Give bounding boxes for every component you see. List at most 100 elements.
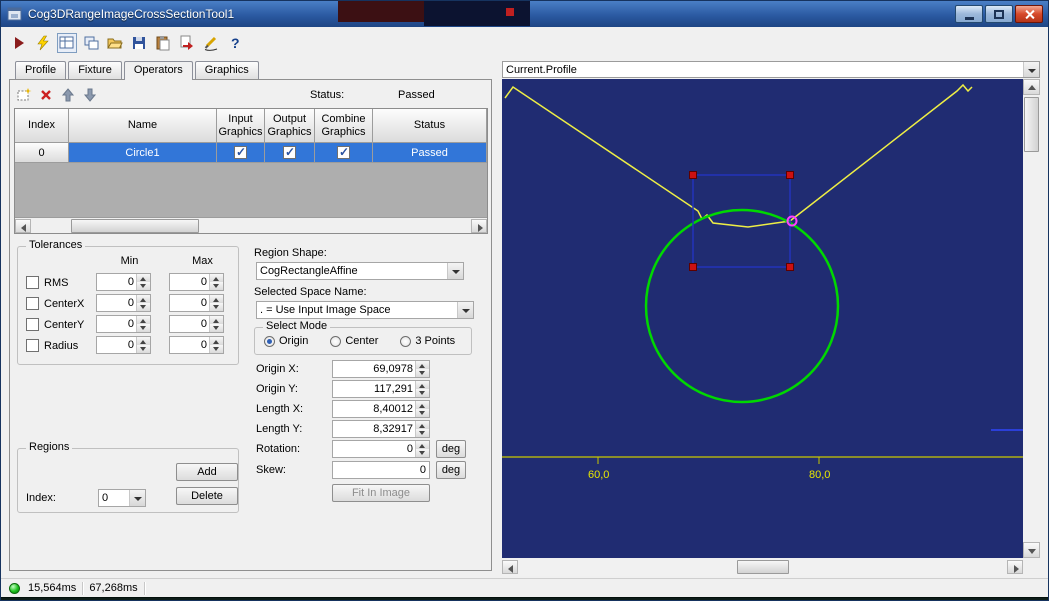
- scroll-left-icon[interactable]: [502, 560, 518, 574]
- selected-space-select[interactable]: . = Use Input Image Space: [256, 301, 474, 319]
- spin-down-icon[interactable]: [416, 449, 429, 457]
- radio-3points[interactable]: 3 Points: [400, 335, 455, 347]
- maximize-button[interactable]: [985, 5, 1013, 23]
- profile-canvas[interactable]: 60,0 80,0: [502, 79, 1023, 558]
- rms-checkbox[interactable]: [26, 276, 39, 289]
- spin-up-icon[interactable]: [210, 274, 223, 282]
- input-graphics-checkbox[interactable]: [234, 146, 247, 159]
- scroll-right-icon[interactable]: [471, 219, 487, 233]
- minimize-button[interactable]: [955, 5, 983, 23]
- origin-x-spinner[interactable]: 69,0978: [332, 360, 430, 378]
- region-index-select[interactable]: 0: [98, 489, 146, 507]
- rotation-spinner[interactable]: 0: [332, 440, 430, 458]
- open-icon[interactable]: [105, 33, 125, 53]
- run-live-icon[interactable]: [33, 33, 53, 53]
- length-x-spinner[interactable]: 8,40012: [332, 400, 430, 418]
- spin-up-icon[interactable]: [416, 441, 429, 449]
- region-handle[interactable]: [690, 264, 697, 271]
- column-header-status[interactable]: Status: [373, 109, 487, 143]
- spin-down-icon[interactable]: [210, 303, 223, 311]
- display-vertical-scrollbar[interactable]: [1023, 79, 1040, 558]
- spin-down-icon[interactable]: [416, 409, 429, 417]
- scroll-down-icon[interactable]: [1023, 542, 1040, 558]
- region-shape-select[interactable]: CogRectangleAffine: [256, 262, 464, 280]
- cell-status[interactable]: Passed: [373, 143, 487, 163]
- new-operator-icon[interactable]: [15, 86, 33, 104]
- fit-in-image-button[interactable]: Fit In Image: [332, 484, 430, 502]
- spin-down-icon[interactable]: [137, 282, 150, 290]
- rms-min-spinner[interactable]: 0: [96, 273, 151, 291]
- tab-graphics[interactable]: Graphics: [195, 61, 259, 79]
- combine-graphics-checkbox[interactable]: [337, 146, 350, 159]
- spin-down-icon[interactable]: [210, 282, 223, 290]
- scroll-up-icon[interactable]: [1023, 79, 1040, 95]
- skew-deg-button[interactable]: deg: [436, 461, 466, 479]
- display-source-select[interactable]: Current.Profile: [502, 61, 1040, 78]
- spin-up-icon[interactable]: [210, 337, 223, 345]
- chevron-down-icon[interactable]: [1023, 62, 1039, 77]
- tab-operators[interactable]: Operators: [124, 61, 193, 80]
- radius-max-spinner[interactable]: 0: [169, 336, 224, 354]
- region-handle[interactable]: [787, 172, 794, 179]
- tab-profile[interactable]: Profile: [15, 61, 66, 79]
- column-header-index[interactable]: Index: [15, 109, 69, 143]
- spin-up-icon[interactable]: [210, 316, 223, 324]
- cell-name[interactable]: Circle1: [69, 143, 217, 163]
- delete-operator-icon[interactable]: [37, 86, 55, 104]
- move-up-icon[interactable]: [59, 86, 77, 104]
- centerx-max-spinner[interactable]: 0: [169, 294, 224, 312]
- scroll-right-icon[interactable]: [1007, 560, 1023, 574]
- table-row[interactable]: 0 Circle1 Passed: [15, 143, 487, 163]
- radius-checkbox[interactable]: [26, 339, 39, 352]
- import-icon[interactable]: [177, 33, 197, 53]
- radio-center[interactable]: Center: [330, 335, 378, 347]
- radius-min-spinner[interactable]: 0: [96, 336, 151, 354]
- centery-min-spinner[interactable]: 0: [96, 315, 151, 333]
- centery-max-spinner[interactable]: 0: [169, 315, 224, 333]
- scrollbar-thumb[interactable]: [737, 560, 789, 574]
- signature-icon[interactable]: [201, 33, 221, 53]
- move-down-icon[interactable]: [81, 86, 99, 104]
- spin-up-icon[interactable]: [137, 316, 150, 324]
- skew-field[interactable]: 0: [332, 461, 430, 479]
- spin-down-icon[interactable]: [137, 303, 150, 311]
- chevron-down-icon[interactable]: [457, 302, 473, 318]
- spin-down-icon[interactable]: [416, 429, 429, 437]
- region-handle[interactable]: [787, 264, 794, 271]
- run-icon[interactable]: [9, 33, 29, 53]
- column-header-combine-graphics[interactable]: Combine Graphics: [315, 109, 373, 143]
- spin-down-icon[interactable]: [137, 324, 150, 332]
- cell-combine-graphics[interactable]: [315, 143, 373, 163]
- scrollbar-thumb[interactable]: [71, 219, 199, 233]
- cell-input-graphics[interactable]: [217, 143, 265, 163]
- scrollbar-thumb[interactable]: [1024, 97, 1039, 152]
- column-header-input-graphics[interactable]: Input Graphics: [217, 109, 265, 143]
- origin-y-spinner[interactable]: 117,291: [332, 380, 430, 398]
- spin-up-icon[interactable]: [416, 361, 429, 369]
- spin-up-icon[interactable]: [416, 401, 429, 409]
- spin-up-icon[interactable]: [416, 381, 429, 389]
- spin-up-icon[interactable]: [137, 295, 150, 303]
- spin-down-icon[interactable]: [416, 389, 429, 397]
- region-handle[interactable]: [690, 172, 697, 179]
- spin-down-icon[interactable]: [416, 369, 429, 377]
- length-y-spinner[interactable]: 8,32917: [332, 420, 430, 438]
- column-header-name[interactable]: Name: [69, 109, 217, 143]
- region-rectangle[interactable]: [693, 175, 790, 267]
- spin-up-icon[interactable]: [416, 421, 429, 429]
- centerx-checkbox[interactable]: [26, 297, 39, 310]
- tab-fixture[interactable]: Fixture: [68, 61, 122, 79]
- display-toggle-icon[interactable]: [57, 33, 77, 53]
- spin-up-icon[interactable]: [137, 274, 150, 282]
- help-icon[interactable]: ?: [225, 33, 245, 53]
- save-icon[interactable]: [129, 33, 149, 53]
- spin-down-icon[interactable]: [137, 345, 150, 353]
- centery-checkbox[interactable]: [26, 318, 39, 331]
- close-button[interactable]: [1015, 5, 1043, 23]
- output-graphics-checkbox[interactable]: [283, 146, 296, 159]
- centerx-min-spinner[interactable]: 0: [96, 294, 151, 312]
- rotation-deg-button[interactable]: deg: [436, 440, 466, 458]
- cell-output-graphics[interactable]: [265, 143, 315, 163]
- spin-up-icon[interactable]: [137, 337, 150, 345]
- spin-down-icon[interactable]: [210, 324, 223, 332]
